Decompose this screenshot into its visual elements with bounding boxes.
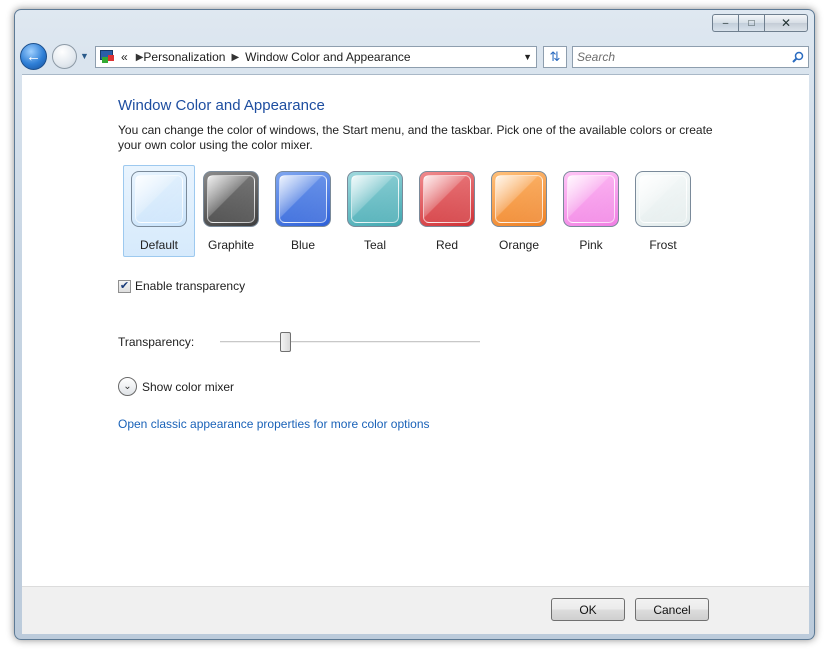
enable-transparency-option[interactable]: ✔ Enable transparency — [118, 279, 245, 293]
page-description: You can change the color of windows, the… — [118, 123, 713, 152]
transparency-label: Transparency: — [118, 335, 195, 349]
color-label: Frost — [649, 238, 677, 252]
chevron-right-icon[interactable]: ▶ — [231, 52, 239, 63]
color-label: Pink — [579, 238, 603, 252]
color-swatch-frost[interactable]: Frost — [627, 165, 699, 257]
color-tile[interactable] — [563, 171, 619, 227]
color-label: Red — [435, 238, 458, 252]
enable-transparency-label[interactable]: Enable transparency — [135, 279, 245, 293]
forward-button[interactable] — [52, 44, 77, 69]
search-icon[interactable] — [788, 51, 808, 63]
color-swatch-teal[interactable]: Teal — [339, 165, 411, 257]
color-tile[interactable] — [131, 171, 187, 227]
caption-buttons: – □ ✕ — [712, 14, 808, 32]
color-tile[interactable] — [275, 171, 331, 227]
search-input[interactable] — [577, 48, 788, 66]
breadcrumb-overflow[interactable]: « — [121, 50, 128, 64]
color-label: Teal — [363, 238, 386, 252]
chevron-down-icon[interactable]: ⌄ — [118, 377, 137, 396]
breadcrumb-window-color[interactable]: Window Color and Appearance — [245, 50, 410, 64]
recent-pages-dropdown[interactable]: ▼ — [80, 51, 89, 61]
refresh-icon: ⇅ — [549, 49, 561, 64]
back-arrow-icon: ← — [26, 48, 41, 65]
refresh-button[interactable]: ⇅ — [543, 46, 567, 68]
maximize-button[interactable]: □ — [738, 14, 764, 32]
color-label: Default — [139, 238, 179, 252]
slider-thumb[interactable] — [280, 332, 291, 352]
color-swatch-default[interactable]: Default — [123, 165, 195, 257]
color-tile[interactable] — [419, 171, 475, 227]
breadcrumb-personalization[interactable]: Personalization — [143, 50, 225, 64]
search-box[interactable] — [572, 46, 809, 68]
control-panel-icon — [99, 50, 115, 64]
cancel-button[interactable]: Cancel — [635, 598, 709, 621]
color-swatch-orange[interactable]: Orange — [483, 165, 555, 257]
address-bar[interactable]: « ▶ Personalization ▶ Window Color and A… — [95, 46, 537, 68]
color-swatches: Default Graphite Blue Teal Red Orange Pink Fros… — [123, 165, 699, 257]
color-swatch-red[interactable]: Red — [411, 165, 483, 257]
color-swatch-graphite[interactable]: Graphite — [195, 165, 267, 257]
close-button[interactable]: ✕ — [764, 14, 808, 32]
transparency-slider[interactable] — [220, 332, 482, 352]
ok-button[interactable]: OK — [551, 598, 625, 621]
color-label: Orange — [498, 238, 540, 252]
enable-transparency-checkbox[interactable]: ✔ — [118, 279, 131, 293]
content-pane: Window Color and Appearance You can chan… — [22, 74, 809, 586]
color-swatch-pink[interactable]: Pink — [555, 165, 627, 257]
show-color-mixer-label[interactable]: Show color mixer — [142, 380, 234, 394]
color-label: Blue — [290, 238, 316, 252]
button-bar: OK Cancel — [22, 586, 809, 634]
color-tile[interactable] — [347, 171, 403, 227]
navigation-bar: ← ▼ « ▶ Personalization ▶ Window Color a… — [20, 43, 809, 71]
color-tile[interactable] — [203, 171, 259, 227]
color-tile[interactable] — [635, 171, 691, 227]
color-tile[interactable] — [491, 171, 547, 227]
address-dropdown-icon[interactable]: ▼ — [523, 52, 532, 62]
slider-track[interactable] — [220, 341, 480, 343]
window: – □ ✕ ← ▼ « ▶ Personalization ▶ Window C… — [14, 9, 815, 640]
classic-appearance-link[interactable]: Open classic appearance properties for m… — [118, 417, 430, 431]
page-title: Window Color and Appearance — [118, 97, 325, 114]
color-label: Graphite — [207, 238, 255, 252]
show-color-mixer-toggle[interactable]: ⌄ Show color mixer — [118, 377, 234, 396]
minimize-button[interactable]: – — [712, 14, 738, 32]
color-swatch-blue[interactable]: Blue — [267, 165, 339, 257]
back-button[interactable]: ← — [20, 43, 47, 70]
chevron-right-icon: ▶ — [135, 51, 144, 63]
